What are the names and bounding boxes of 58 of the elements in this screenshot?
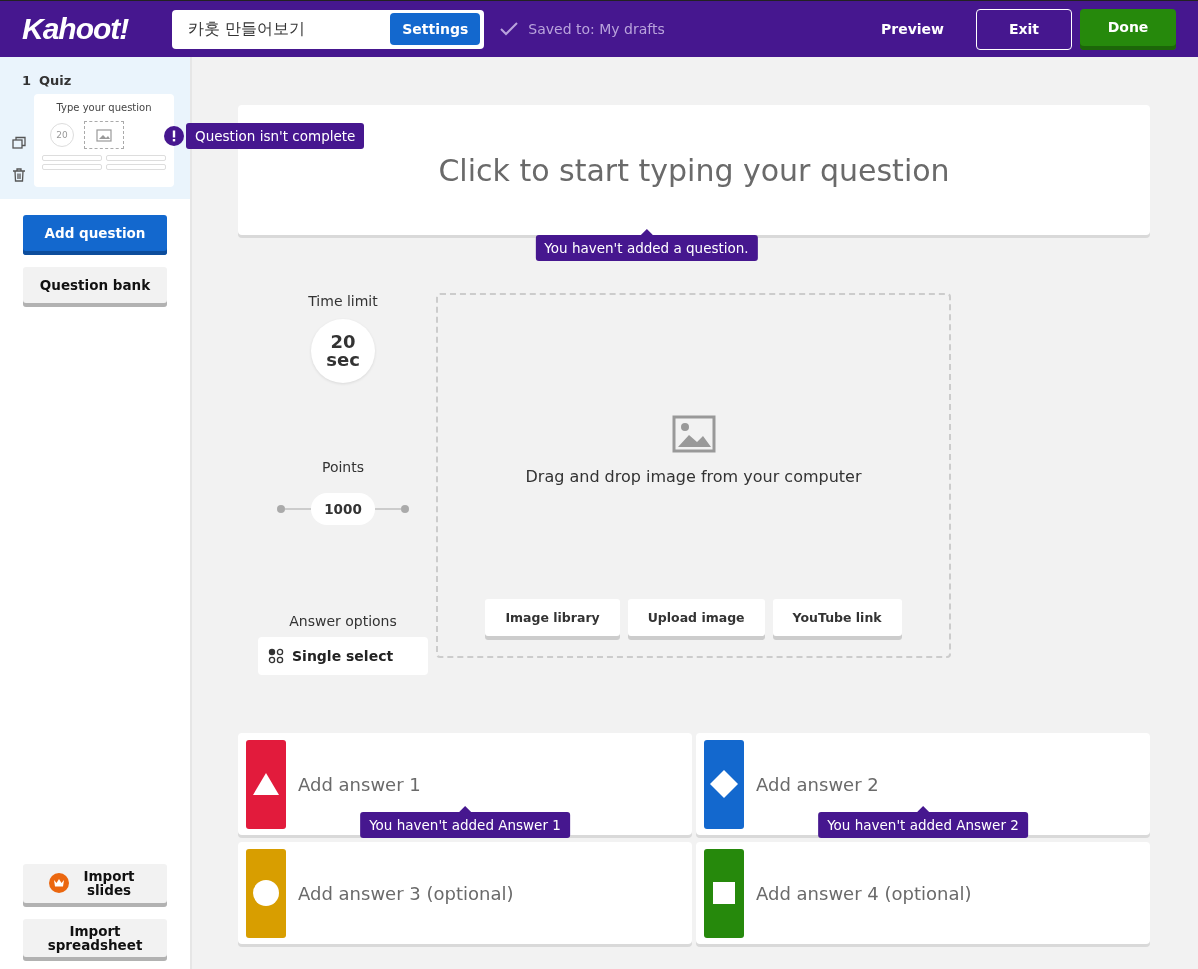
slide-type: Quiz xyxy=(39,73,72,88)
image-drop-zone[interactable]: Drag and drop image from your computer Image library Upload image YouTube link xyxy=(436,293,951,658)
tooltip-pointer-icon xyxy=(917,806,929,812)
answer-field[interactable]: Add answer 2 You haven't added Answer 2 xyxy=(696,733,1150,835)
answer-placeholder: Add answer 1 xyxy=(298,773,421,795)
duplicate-icon[interactable] xyxy=(12,136,26,150)
check-icon xyxy=(500,22,519,36)
warning-tooltip: Question isn't complete xyxy=(186,123,365,149)
thumbnail-answer xyxy=(42,164,102,170)
diamond-icon xyxy=(710,770,738,798)
media-button[interactable]: YouTube link xyxy=(772,599,902,640)
thumbnail-answer xyxy=(106,164,166,170)
slider-end-icon xyxy=(277,505,311,513)
title-field[interactable]: 카훗 만들어보기 Settings xyxy=(172,9,485,49)
answer-placeholder: Add answer 4 (optional) xyxy=(756,882,972,904)
tooltip-pointer-icon xyxy=(640,229,653,235)
warning-icon xyxy=(164,126,184,146)
answer-field[interactable]: Add answer 1 You haven't added Answer 1 xyxy=(238,733,692,835)
thumbnail-answer xyxy=(42,155,102,161)
warning-tooltip: You haven't added Answer 2 xyxy=(818,812,1028,838)
slide-thumbnail[interactable]: Type your question 20 xyxy=(34,94,174,187)
answer-options-label: Answer options xyxy=(289,613,397,629)
points-button[interactable]: 1000 xyxy=(311,493,375,525)
square-icon xyxy=(710,879,738,907)
saved-status: Saved to: My drafts xyxy=(528,21,665,37)
answer-field[interactable]: Add answer 4 (optional) xyxy=(696,842,1150,944)
points-label: Points xyxy=(321,459,365,475)
answer-placeholder: Add answer 2 xyxy=(756,773,879,795)
drop-prompt: Drag and drop image from your computer xyxy=(525,467,862,486)
trash-icon[interactable] xyxy=(12,168,26,182)
settings-button[interactable]: Settings xyxy=(390,13,481,45)
exit-button[interactable]: Exit xyxy=(976,8,1072,50)
time-limit-button[interactable]: 20 sec xyxy=(311,319,375,383)
add-question-button[interactable]: Add question xyxy=(23,215,167,255)
logo: Kahoot! xyxy=(22,12,129,46)
tooltip-pointer-icon xyxy=(459,806,471,812)
preview-button[interactable]: Preview xyxy=(875,20,950,38)
question-bank-button[interactable]: Question bank xyxy=(23,267,167,307)
slide-number: 1 xyxy=(22,73,32,88)
warning-tooltip: You haven't added Answer 1 xyxy=(360,812,570,838)
media-button[interactable]: Upload image xyxy=(627,599,765,640)
circle-icon xyxy=(252,879,280,907)
answer-placeholder: Add answer 3 (optional) xyxy=(298,882,514,904)
thumbnail-question: Type your question xyxy=(56,102,152,113)
dots-icon xyxy=(268,648,284,664)
answer-options-dropdown[interactable]: Single select xyxy=(258,637,428,675)
import-slides-button[interactable]: Import slides xyxy=(23,864,167,907)
slide-item[interactable]: 1 Quiz Type your question 20 xyxy=(0,57,190,199)
done-button[interactable]: Done xyxy=(1080,8,1176,50)
import-spreadsheet-button[interactable]: Import spreadsheet xyxy=(23,918,167,961)
media-button[interactable]: Image library xyxy=(485,599,620,640)
thumbnail-image xyxy=(84,121,124,149)
crown-icon xyxy=(49,873,69,894)
thumbnail-answer xyxy=(106,155,166,161)
answer-field[interactable]: Add answer 3 (optional) xyxy=(238,842,692,944)
image-icon xyxy=(671,415,716,453)
slider-end-icon xyxy=(375,505,409,513)
time-limit-label: Time limit xyxy=(308,293,378,309)
